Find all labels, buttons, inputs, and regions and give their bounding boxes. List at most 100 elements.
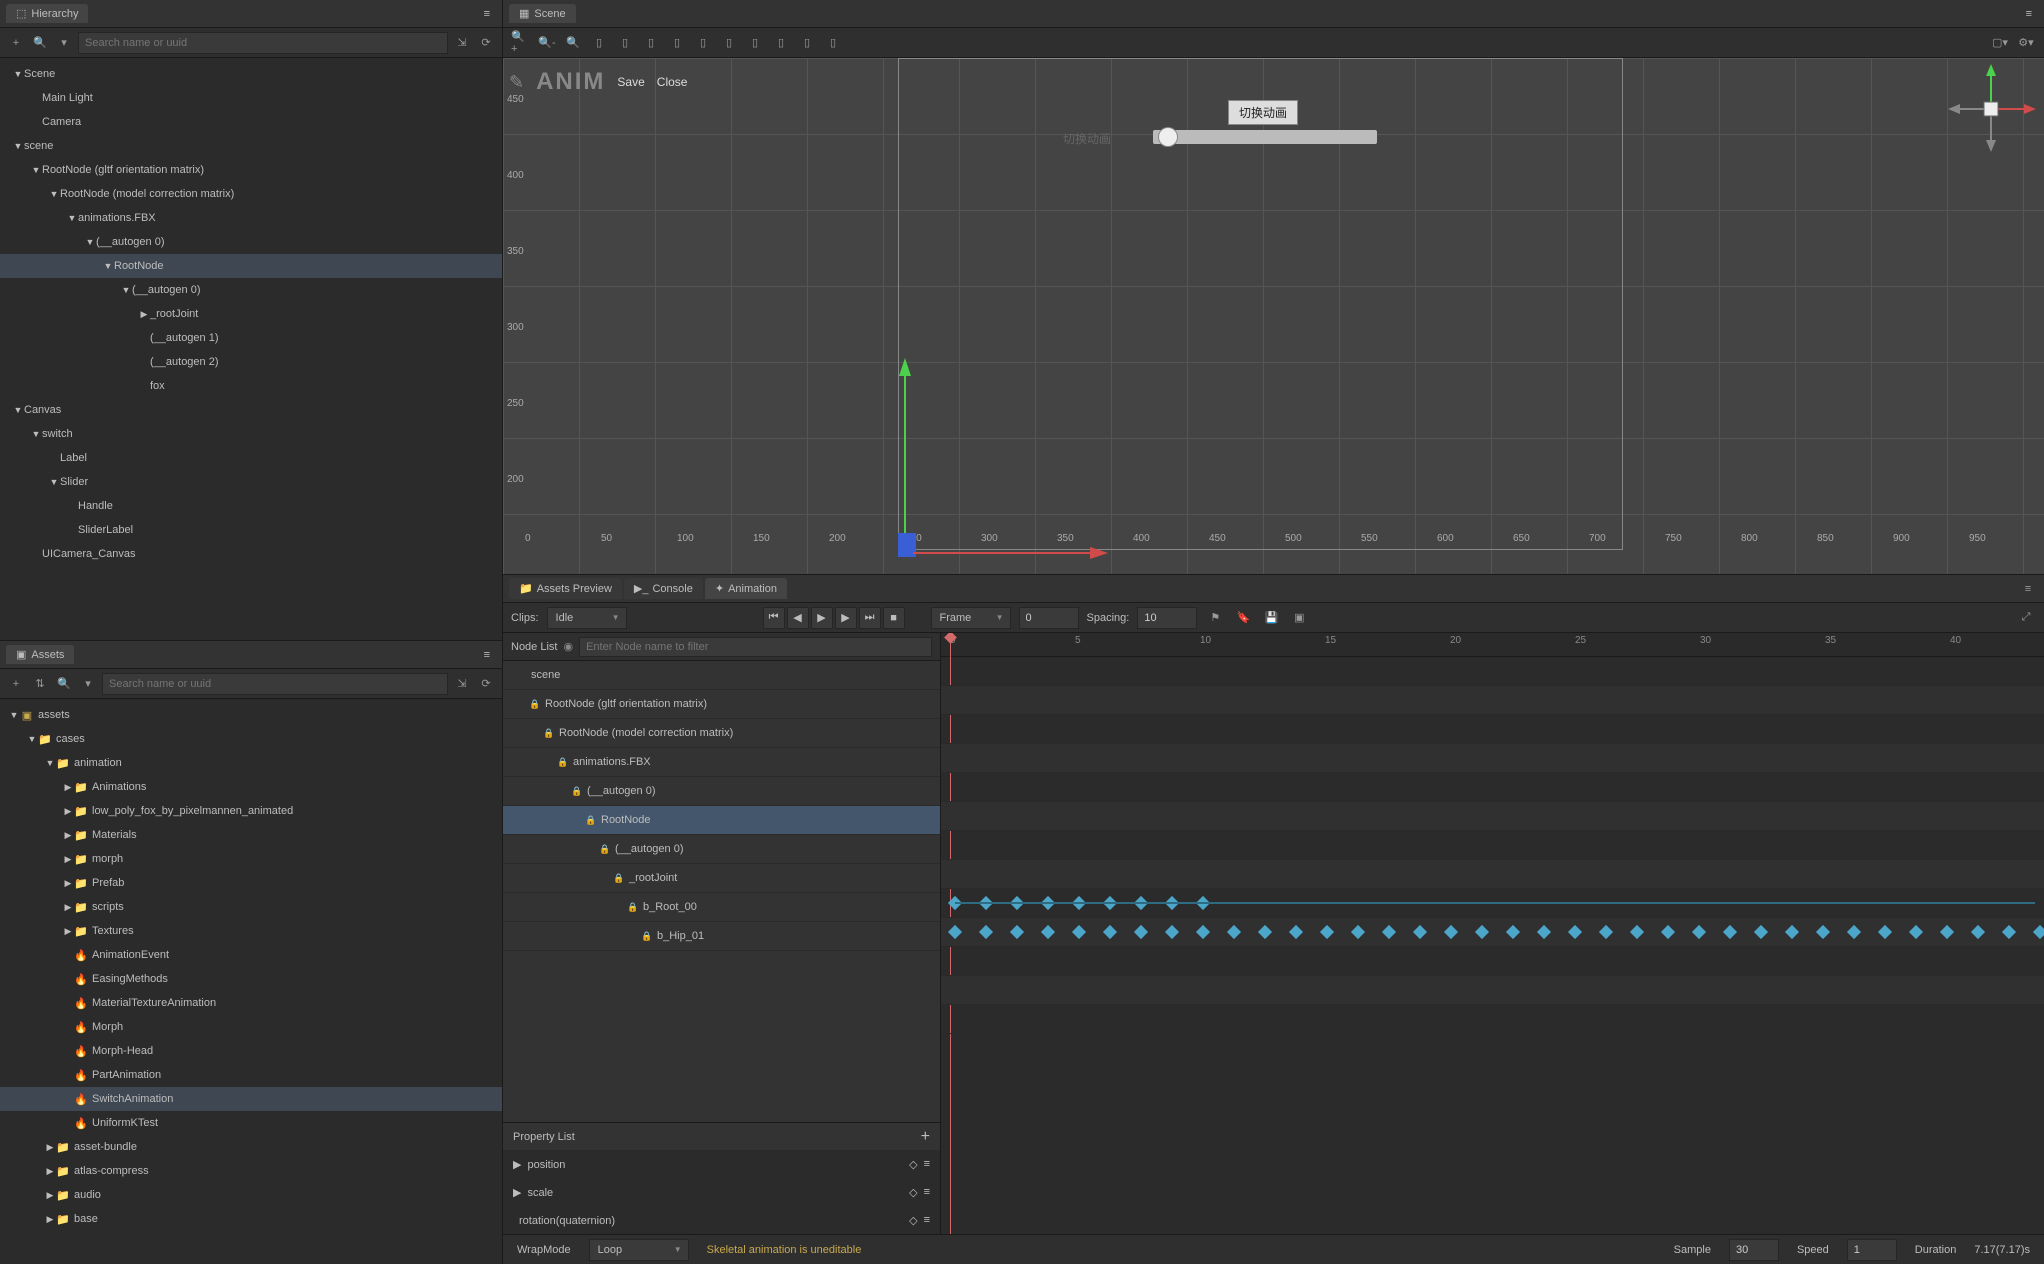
asset-node[interactable]: ▶📁Textures <box>0 919 502 943</box>
camera-gizmo[interactable] <box>1946 64 2036 154</box>
anim-node-row[interactable]: scene <box>503 661 940 690</box>
property-row[interactable]: rotation(quaternion)◇≡ <box>503 1206 940 1234</box>
hierarchy-tree[interactable]: ▼SceneMain LightCamera▼scene▼RootNode (g… <box>0 58 502 640</box>
spacing-v-button[interactable]: ▯ <box>823 33 843 53</box>
assets-refresh-button[interactable]: ⟳ <box>476 674 496 694</box>
hierarchy-node[interactable]: (__autogen 1) <box>0 326 502 350</box>
step-back-button[interactable]: ◀ <box>787 607 809 629</box>
assets-tree[interactable]: ▼▣assets▼📁cases▼📁animation▶📁Animations▶📁… <box>0 699 502 1264</box>
asset-node[interactable]: ▼📁cases <box>0 727 502 751</box>
hierarchy-node[interactable]: ▼(__autogen 0) <box>0 230 502 254</box>
search-dropdown-icon[interactable]: ▾ <box>54 33 74 53</box>
anim-node-row[interactable]: 🔒RootNode (model correction matrix) <box>503 719 940 748</box>
hierarchy-node[interactable]: ▼scene <box>0 134 502 158</box>
zoom-fit-button[interactable]: 🔍 <box>563 33 583 53</box>
step-forward-button[interactable]: ▶ <box>835 607 857 629</box>
anim-node-row[interactable]: 🔒(__autogen 0) <box>503 777 940 806</box>
spacing-h-button[interactable]: ▯ <box>797 33 817 53</box>
asset-node[interactable]: ▶📁asset-bundle <box>0 1135 502 1159</box>
tab-console[interactable]: ▶_Console <box>624 578 703 599</box>
anim-node-row[interactable]: 🔒_rootJoint <box>503 864 940 893</box>
hierarchy-node[interactable]: fox <box>0 374 502 398</box>
align-center-v-button[interactable]: ▯ <box>693 33 713 53</box>
hierarchy-node[interactable]: ▼Slider <box>0 470 502 494</box>
search-icon[interactable]: 🔍 <box>30 33 50 53</box>
anim-node-row[interactable]: 🔒b_Root_00 <box>503 893 940 922</box>
hierarchy-node[interactable]: ▼animations.FBX <box>0 206 502 230</box>
frame-input[interactable] <box>1019 607 1079 629</box>
anim-node-row[interactable]: 🔒animations.FBX <box>503 748 940 777</box>
asset-node[interactable]: 🔥EasingMethods <box>0 967 502 991</box>
hierarchy-node[interactable]: ▶_rootJoint <box>0 302 502 326</box>
assets-search-icon[interactable]: 🔍 <box>54 674 74 694</box>
hierarchy-node[interactable]: ▼RootNode <box>0 254 502 278</box>
anim-node-row[interactable]: 🔒(__autogen 0) <box>503 835 940 864</box>
asset-node[interactable]: ▶📁audio <box>0 1183 502 1207</box>
asset-node[interactable]: 🔥PartAnimation <box>0 1063 502 1087</box>
assets-search-dropdown[interactable]: ▾ <box>78 674 98 694</box>
align-right-button[interactable]: ▯ <box>641 33 661 53</box>
asset-node[interactable]: 🔥UniformKTest <box>0 1111 502 1135</box>
sample-input[interactable] <box>1729 1239 1779 1261</box>
hierarchy-node[interactable]: UICamera_Canvas <box>0 542 502 566</box>
zoom-in-button[interactable]: 🔍+ <box>511 33 531 53</box>
add-property-button[interactable]: + <box>921 1128 930 1146</box>
distribute-v-button[interactable]: ▯ <box>771 33 791 53</box>
keyframe-icon[interactable]: ◇ <box>909 1158 917 1171</box>
viewport-slider-track[interactable] <box>1153 130 1377 144</box>
asset-node[interactable]: ▶📁scripts <box>0 895 502 919</box>
asset-node[interactable]: ▶📁Materials <box>0 823 502 847</box>
scene-viewport[interactable]: 0501001502002503003504004505005506006507… <box>503 58 2044 574</box>
exit-anim-button[interactable]: ⤢ <box>2016 608 2036 628</box>
hierarchy-menu-button[interactable]: ≡ <box>478 6 496 22</box>
hierarchy-search-input[interactable] <box>78 32 448 54</box>
hierarchy-node[interactable]: Label <box>0 446 502 470</box>
asset-node[interactable]: 🔥SwitchAnimation <box>0 1087 502 1111</box>
list-icon[interactable]: ≡ <box>924 1186 930 1199</box>
hierarchy-node[interactable]: Main Light <box>0 86 502 110</box>
anim-node-row[interactable]: 🔒RootNode (gltf orientation matrix) <box>503 690 940 719</box>
keyframe-icon[interactable]: ◇ <box>909 1186 917 1199</box>
hierarchy-node[interactable]: ▼Canvas <box>0 398 502 422</box>
distribute-h-button[interactable]: ▯ <box>745 33 765 53</box>
refresh-button[interactable]: ⟳ <box>476 33 496 53</box>
hierarchy-node[interactable]: ▼RootNode (gltf orientation matrix) <box>0 158 502 182</box>
speed-input[interactable] <box>1847 1239 1897 1261</box>
tab-assets-preview[interactable]: 📁Assets Preview <box>509 578 622 599</box>
hierarchy-node[interactable]: Handle <box>0 494 502 518</box>
aspect-button[interactable]: ▢▾ <box>1990 33 2010 53</box>
close-button[interactable]: Close <box>657 75 688 89</box>
event-button[interactable]: ⚑ <box>1205 608 1225 628</box>
collapse-all-button[interactable]: ⇲ <box>452 33 472 53</box>
hierarchy-node[interactable]: (__autogen 2) <box>0 350 502 374</box>
clips-dropdown[interactable]: Idle <box>547 607 627 629</box>
asset-node[interactable]: ▼📁animation <box>0 751 502 775</box>
frame-mode-dropdown[interactable]: Frame <box>931 607 1011 629</box>
add-node-button[interactable]: + <box>6 33 26 53</box>
save-button[interactable]: Save <box>617 75 644 89</box>
asset-node[interactable]: 🔥MaterialTextureAnimation <box>0 991 502 1015</box>
assets-menu-button[interactable]: ≡ <box>478 647 496 663</box>
asset-node[interactable]: 🔥AnimationEvent <box>0 943 502 967</box>
eye-icon[interactable]: ◉ <box>563 640 573 653</box>
align-left-button[interactable]: ▯ <box>589 33 609 53</box>
timeline-ruler[interactable]: 0510152025303540 <box>941 633 2044 657</box>
keyframe-icon[interactable]: ◇ <box>909 1214 917 1227</box>
sort-button[interactable]: ⇅ <box>30 674 50 694</box>
list-icon[interactable]: ≡ <box>924 1158 930 1171</box>
assets-collapse-button[interactable]: ⇲ <box>452 674 472 694</box>
align-top-button[interactable]: ▯ <box>667 33 687 53</box>
asset-node[interactable]: ▶📁atlas-compress <box>0 1159 502 1183</box>
assets-search-input[interactable] <box>102 673 448 695</box>
asset-node[interactable]: ▼▣assets <box>0 703 502 727</box>
bookmark-button[interactable]: 🔖 <box>1233 608 1253 628</box>
property-row[interactable]: ▶scale◇≡ <box>503 1178 940 1206</box>
asset-node[interactable]: ▶📁Animations <box>0 775 502 799</box>
asset-node[interactable]: ▶📁low_poly_fox_by_pixelmannen_animated <box>0 799 502 823</box>
asset-node[interactable]: 🔥Morph <box>0 1015 502 1039</box>
play-button[interactable]: ▶ <box>811 607 833 629</box>
hierarchy-node[interactable]: SliderLabel <box>0 518 502 542</box>
wrapmode-dropdown[interactable]: Loop <box>589 1239 689 1261</box>
hierarchy-node[interactable]: ▼(__autogen 0) <box>0 278 502 302</box>
asset-node[interactable]: ▶📁base <box>0 1207 502 1231</box>
